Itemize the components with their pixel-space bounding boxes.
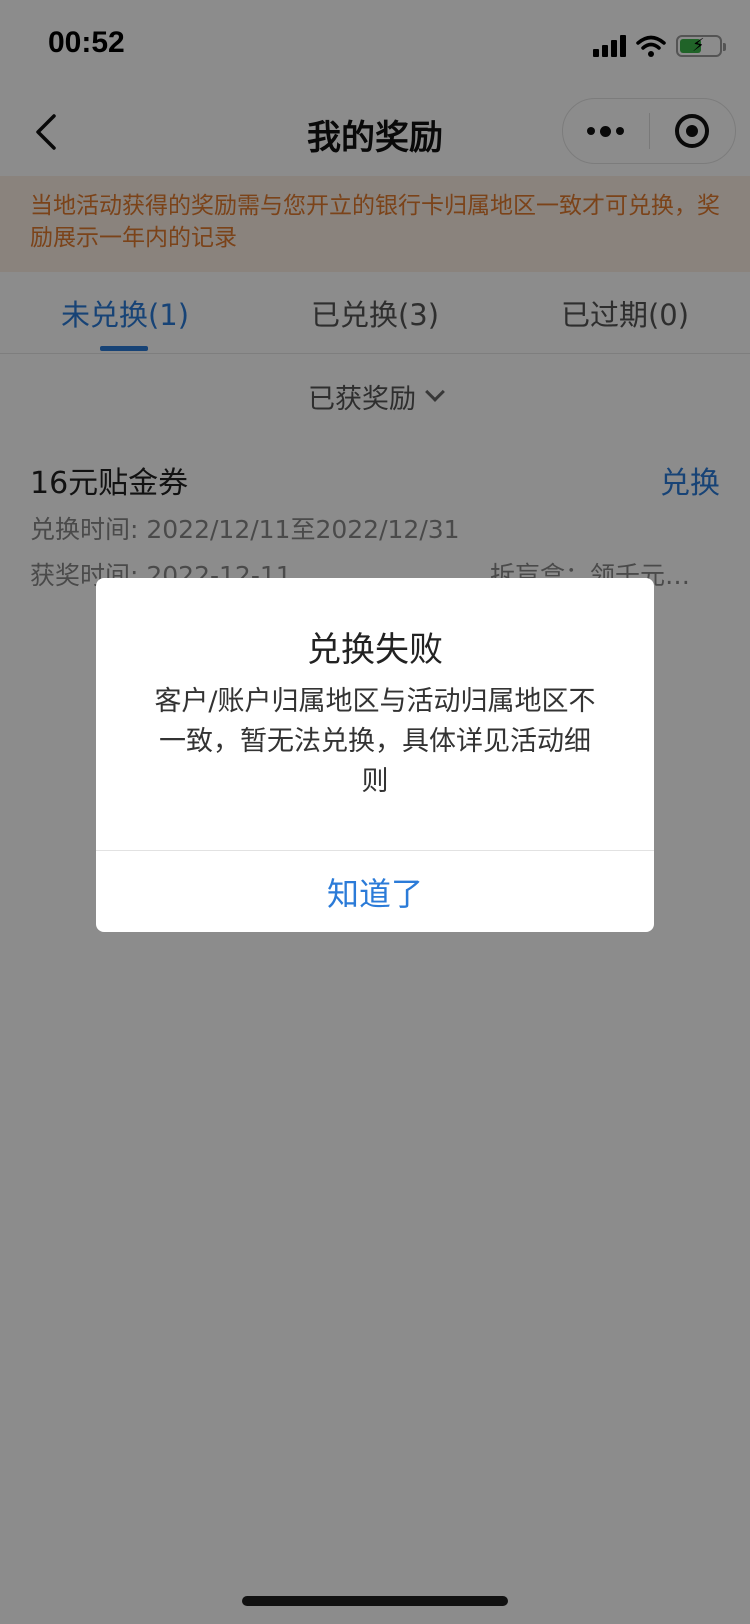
confirm-button[interactable]: 知道了 [96,851,654,932]
dialog-title: 兑换失败 [307,630,443,670]
dialog-message: 客户/账户归属地区与活动归属地区不一致，暂无法兑换，具体详见活动细则 [154,686,596,797]
redeem-failed-dialog: 兑换失败 客户/账户归属地区与活动归属地区不一致，暂无法兑换，具体详见活动细则 … [96,578,654,932]
home-indicator [242,1596,508,1606]
